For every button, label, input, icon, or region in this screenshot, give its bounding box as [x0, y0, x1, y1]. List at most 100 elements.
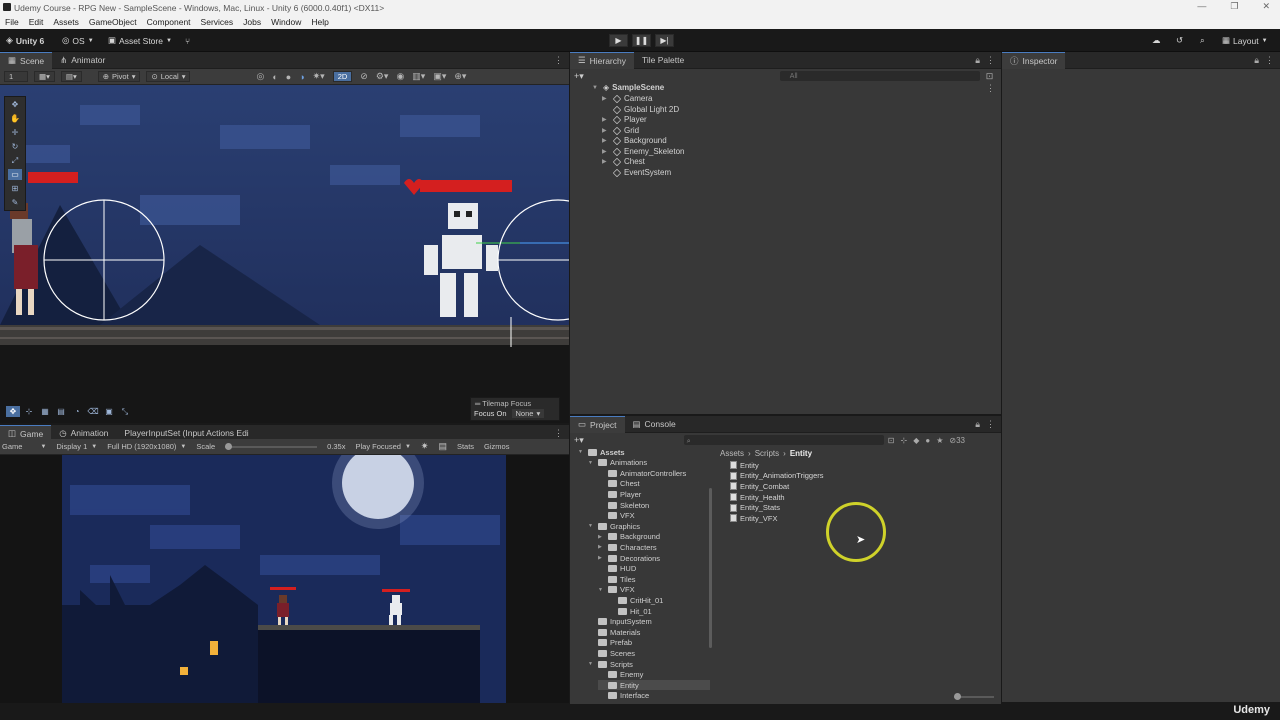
asset-store-button[interactable]: ▣ Asset Store ▼: [108, 34, 172, 47]
tag-icon[interactable]: ◆: [913, 436, 919, 445]
menu-file[interactable]: File: [5, 17, 19, 27]
local-dropdown[interactable]: ⊙ Local ▾: [146, 71, 191, 82]
project-tree-item[interactable]: ▶ Background: [598, 532, 660, 542]
expand-arrow-icon[interactable]: ▶: [602, 116, 610, 123]
gizmos-dropdown[interactable]: Gizmos: [484, 442, 509, 451]
hierarchy-item-global-light[interactable]: Global Light 2D: [602, 105, 679, 114]
project-tree-item[interactable]: Tiles: [598, 574, 636, 584]
grid-snap-icon[interactable]: ▦▾: [34, 71, 55, 82]
lock-icon[interactable]: 🔒︎: [975, 419, 980, 430]
menu-help[interactable]: Help: [311, 17, 328, 27]
wireframe-icon[interactable]: ●: [286, 72, 291, 82]
minimize-button[interactable]: —: [1197, 1, 1206, 12]
orientation-icon[interactable]: ⊕▾: [454, 71, 466, 82]
hierarchy-item-chest[interactable]: ▶ Chest: [602, 157, 645, 166]
history-icon[interactable]: ↺: [1176, 34, 1183, 47]
tile-rotate-icon[interactable]: ⤡: [118, 406, 132, 417]
2d-toggle[interactable]: 2D: [332, 71, 353, 82]
lighting-icon[interactable]: ◑: [299, 72, 304, 82]
account-button[interactable]: ◈ Unity 6: [6, 34, 44, 47]
expand-arrow-icon[interactable]: ▼: [588, 523, 595, 529]
expand-arrow-icon[interactable]: ▶: [602, 148, 610, 155]
panel-menu-icon[interactable]: ⋮: [986, 55, 995, 66]
breadcrumb-scripts[interactable]: Scripts: [755, 449, 779, 458]
panel-menu-icon[interactable]: ⋮: [1265, 55, 1274, 66]
view-tool-icon[interactable]: ✥: [8, 99, 22, 110]
hierarchy-item-background[interactable]: ▶ Background: [602, 136, 667, 145]
project-tree-item[interactable]: ▶ Characters: [598, 542, 657, 552]
project-tree-item[interactable]: ▼ Scripts: [588, 659, 633, 669]
menu-assets[interactable]: Assets: [53, 17, 79, 27]
project-tree-item[interactable]: ▼ Assets: [578, 447, 625, 457]
hand-tool-icon[interactable]: ✋: [8, 113, 22, 124]
layer-field[interactable]: 1: [4, 71, 28, 82]
project-tree-item[interactable]: HUD: [598, 564, 636, 574]
project-tree-item[interactable]: AnimatorControllers: [598, 468, 686, 478]
expand-arrow-icon[interactable]: ▼: [588, 661, 595, 667]
project-search-input[interactable]: ⌕: [683, 435, 884, 445]
effects-icon[interactable]: ✷▾: [313, 71, 325, 82]
folder-tree-scrollbar[interactable]: [709, 488, 712, 648]
os-dropdown[interactable]: ◎ OS ▼: [62, 34, 94, 47]
mute-audio-icon[interactable]: ✷: [421, 441, 429, 452]
fx-icon[interactable]: ⚙▾: [376, 71, 389, 82]
expand-arrow-icon[interactable]: ▶: [602, 137, 610, 144]
expand-arrow-icon[interactable]: ▶: [602, 95, 610, 102]
display-dropdown[interactable]: Display 1 ▼: [56, 442, 97, 451]
hierarchy-item-enemy-skeleton[interactable]: ▶ Enemy_Skeleton: [602, 147, 684, 156]
cloud-services-icon[interactable]: ☁: [1152, 34, 1161, 47]
icon-size-slider[interactable]: [954, 693, 994, 700]
rect-tool-icon[interactable]: ▭: [8, 169, 22, 180]
tile-fill-icon[interactable]: ▣: [102, 406, 116, 417]
menu-jobs[interactable]: Jobs: [243, 17, 261, 27]
tile-paint-icon[interactable]: ▦: [38, 406, 52, 417]
tab-console[interactable]: ▤ Console: [625, 416, 684, 433]
project-tree-item[interactable]: ▼ Graphics: [588, 521, 640, 531]
breadcrumb-assets[interactable]: Assets: [720, 449, 744, 458]
info-icon[interactable]: ●: [925, 436, 930, 445]
icon-size-slider-thumb[interactable]: [954, 693, 961, 700]
tile-erase-icon[interactable]: ⌫: [86, 406, 100, 417]
create-add-icon[interactable]: +▾: [574, 71, 584, 82]
search-icon[interactable]: ⌕: [1200, 34, 1205, 47]
tab-animator[interactable]: ⋔ Animator: [52, 52, 113, 69]
camera-icon[interactable]: ▣▾: [433, 71, 446, 82]
panel-menu-icon[interactable]: ⋮: [554, 428, 563, 439]
shading-icon[interactable]: ◐: [272, 72, 277, 82]
project-tree-item[interactable]: CritHit_01: [608, 595, 663, 605]
menu-gameobject[interactable]: GameObject: [89, 17, 137, 27]
menu-services[interactable]: Services: [201, 17, 234, 27]
game-mode-dropdown[interactable]: Game ▼: [2, 442, 46, 451]
rotate-tool-icon[interactable]: ↻: [8, 141, 22, 152]
lock-icon[interactable]: 🔒︎: [1254, 55, 1259, 66]
hierarchy-item-grid[interactable]: ▶ Grid: [602, 126, 639, 135]
project-tree-item[interactable]: Prefab: [588, 638, 632, 648]
visibility-icon[interactable]: ◉: [396, 71, 404, 82]
project-tree-item[interactable]: VFX: [598, 511, 635, 521]
tile-pick-icon[interactable]: ◔: [70, 406, 84, 417]
project-tree-item[interactable]: ▼ VFX: [598, 585, 635, 595]
project-tree-item[interactable]: Chest: [598, 479, 640, 489]
expand-arrow-icon[interactable]: ▼: [588, 460, 595, 466]
project-tree-item[interactable]: Interface: [598, 691, 649, 701]
favorite-star-icon[interactable]: ★: [936, 436, 943, 445]
hierarchy-item-eventsystem[interactable]: EventSystem: [602, 168, 671, 177]
drag-handle-icon[interactable]: ═: [475, 399, 480, 408]
create-add-icon[interactable]: +▾: [574, 435, 584, 446]
project-tree-item[interactable]: ▶ Decorations: [598, 553, 660, 563]
scale-slider[interactable]: [225, 442, 318, 450]
resolution-dropdown[interactable]: Full HD (1920x1080) ▼: [107, 442, 186, 451]
project-tree-item[interactable]: Hit_01: [608, 606, 652, 616]
script-file-item[interactable]: Entity_Combat: [730, 481, 990, 492]
version-control-icon[interactable]: ⑂: [185, 34, 190, 47]
breadcrumb-entity[interactable]: Entity: [790, 449, 812, 458]
project-tree-item[interactable]: Skeleton: [598, 500, 649, 510]
menu-component[interactable]: Component: [147, 17, 191, 27]
tab-tile-palette[interactable]: Tile Palette: [634, 52, 692, 69]
expand-arrow-icon[interactable]: ▶: [598, 534, 605, 540]
project-tree-item[interactable]: Enemy: [598, 670, 643, 680]
panel-menu-icon[interactable]: ⋮: [986, 419, 995, 430]
move-tool-icon[interactable]: ✛: [8, 127, 22, 138]
tile-move-icon[interactable]: ⊹: [22, 406, 36, 417]
project-tree-item[interactable]: Entity: [598, 680, 710, 691]
